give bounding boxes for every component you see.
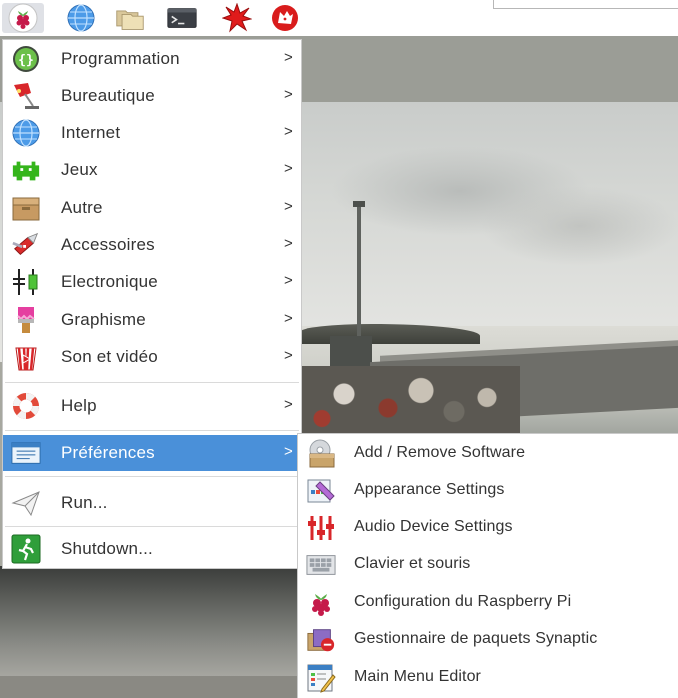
lifebuoy-icon [11, 391, 41, 421]
terminal-launcher[interactable] [167, 3, 197, 33]
paper-plane-icon [11, 488, 41, 518]
menu-item-label: Programmation [61, 49, 180, 68]
chevron-right-icon: > [284, 86, 293, 103]
menu-item-label: Autre [61, 198, 103, 217]
panel-search-box[interactable] [493, 0, 678, 9]
submenu-item-add-remove-software[interactable]: Add / Remove Software [298, 435, 678, 472]
menu-separator [5, 476, 299, 477]
raspberry-icon [306, 588, 336, 618]
menu-item-internet[interactable]: Internet > [3, 115, 301, 151]
menu-item-preferences[interactable]: Préférences > [3, 435, 301, 471]
submenu-item-synaptic[interactable]: Gestionnaire de paquets Synaptic [298, 621, 678, 658]
chevron-right-icon: > [284, 272, 293, 289]
wolfram-launcher[interactable] [270, 3, 300, 33]
math-app-launcher[interactable] [222, 3, 252, 33]
submenu-item-label: Configuration du Raspberry Pi [354, 593, 572, 610]
menu-item-programmation[interactable]: {} Programmation > [3, 41, 301, 77]
menu-item-jeux[interactable]: Jeux > [3, 152, 301, 188]
circuit-components-icon [11, 267, 41, 297]
red-burst-icon [222, 3, 252, 33]
audio-mixer-icon [306, 513, 336, 543]
submenu-item-label: Clavier et souris [354, 555, 471, 572]
raspberry-menu-button[interactable] [2, 3, 44, 33]
chevron-right-icon: > [284, 160, 293, 177]
folders-icon [116, 10, 144, 30]
synaptic-package-icon [306, 625, 336, 655]
menu-item-run[interactable]: Run... [3, 485, 301, 521]
chevron-right-icon: > [284, 123, 293, 140]
menu-item-label: Electronique [61, 272, 158, 291]
popcorn-icon [11, 342, 41, 372]
desk-lamp-icon [11, 81, 41, 111]
menu-item-shutdown[interactable]: Shutdown... [3, 531, 301, 567]
chevron-right-icon: > [284, 443, 293, 460]
chevron-right-icon: > [284, 310, 293, 327]
chevron-right-icon: > [284, 396, 293, 413]
terminal-icon [167, 8, 197, 28]
top-panel [0, 0, 678, 36]
box-icon [11, 193, 41, 223]
menu-item-graphisme[interactable]: Graphisme > [3, 302, 301, 338]
submenu-item-label: Audio Device Settings [354, 518, 513, 535]
package-disc-icon [306, 439, 336, 469]
keyboard-icon [306, 550, 336, 580]
menu-separator [5, 382, 299, 383]
file-manager-launcher[interactable] [115, 3, 145, 33]
menu-separator [5, 526, 299, 527]
submenu-item-audio-device-settings[interactable]: Audio Device Settings [298, 509, 678, 546]
appearance-palette-icon [306, 476, 336, 506]
submenu-item-label: Appearance Settings [354, 481, 505, 498]
pocket-knife-icon [11, 230, 41, 260]
submenu-item-label: Main Menu Editor [354, 668, 481, 685]
browser-launcher[interactable] [66, 3, 96, 33]
chevron-right-icon: > [284, 347, 293, 364]
chevron-right-icon: > [284, 198, 293, 215]
exit-running-man-icon [11, 534, 41, 564]
menu-separator [5, 430, 299, 431]
menu-item-label: Bureautique [61, 86, 155, 105]
submenu-item-label: Add / Remove Software [354, 444, 526, 461]
submenu-item-raspberry-pi-configuration[interactable]: Configuration du Raspberry Pi [298, 584, 678, 621]
submenu-item-clavier-et-souris[interactable]: Clavier et souris [298, 546, 678, 583]
code-braces-icon: {} [11, 44, 41, 74]
menu-item-accessoires[interactable]: Accessoires > [3, 227, 301, 263]
menu-item-bureautique[interactable]: Bureautique > [3, 78, 301, 114]
submenu-item-label: Gestionnaire de paquets Synaptic [354, 630, 598, 647]
menu-item-label: Préférences [61, 443, 155, 462]
menu-item-help[interactable]: Help > [3, 388, 301, 424]
menu-item-label: Accessoires [61, 235, 155, 254]
menu-editor-icon [306, 663, 336, 693]
chevron-right-icon: > [284, 235, 293, 252]
menu-item-label: Help [61, 396, 97, 415]
preferences-window-icon [11, 438, 41, 468]
globe-icon [11, 118, 41, 148]
chevron-right-icon: > [284, 49, 293, 66]
wolf-icon [272, 5, 298, 31]
paint-brush-icon [11, 305, 41, 335]
menu-item-label: Run... [61, 493, 108, 512]
preferences-submenu: Add / Remove Software Appearance Setting… [298, 434, 678, 698]
menu-item-label: Internet [61, 123, 121, 142]
menu-item-label: Jeux [61, 160, 98, 179]
globe-icon [67, 4, 95, 32]
menu-item-label: Shutdown... [61, 539, 153, 558]
raspberry-icon [8, 3, 38, 33]
submenu-item-appearance-settings[interactable]: Appearance Settings [298, 472, 678, 509]
menu-item-autre[interactable]: Autre > [3, 190, 301, 226]
submenu-item-main-menu-editor[interactable]: Main Menu Editor [298, 659, 678, 696]
menu-item-label: Graphisme [61, 310, 146, 329]
menu-item-label: Son et vidéo [61, 347, 158, 366]
space-invader-icon [11, 155, 41, 185]
svg-text:{}: {} [18, 53, 34, 68]
menu-item-electronique[interactable]: Electronique > [3, 264, 301, 300]
applications-menu: {} Programmation > Bureautique > Interne… [3, 40, 301, 568]
menu-item-son-et-video[interactable]: Son et vidéo > [3, 339, 301, 375]
